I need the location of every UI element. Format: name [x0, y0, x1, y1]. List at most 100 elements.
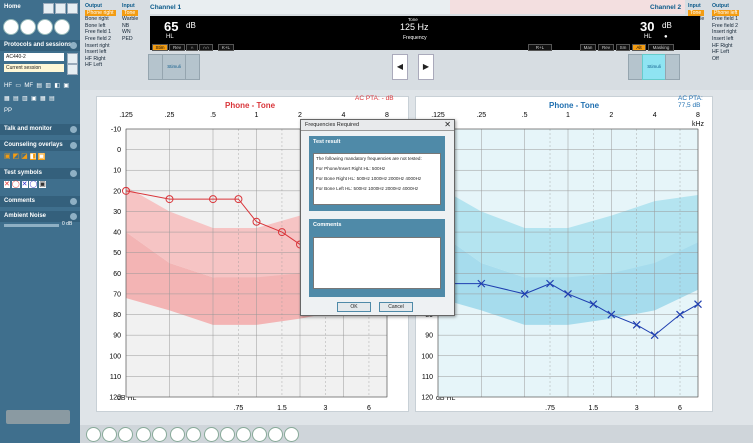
home-icon[interactable]: [43, 3, 54, 14]
ch1-output-item[interactable]: HF Right: [85, 56, 116, 63]
y-tick-label: 0: [117, 147, 121, 154]
ch1-input-menu[interactable]: Input Tone Warble NB WN PED: [122, 3, 139, 43]
freq-down-button[interactable]: ◀: [392, 54, 408, 80]
ch2-level-up[interactable]: [665, 54, 680, 80]
hearing-icon[interactable]: [86, 427, 101, 442]
ch1-output-item[interactable]: Phone right: [85, 9, 116, 17]
ch1-level-unit: dB: [186, 21, 196, 30]
channel1-label: Channel 1: [150, 4, 182, 11]
ind-masking: Masking: [648, 44, 674, 51]
section-protocols[interactable]: Protocols and sessions: [0, 40, 80, 51]
comments-textarea[interactable]: [313, 237, 441, 289]
ambient-level-bar: [4, 224, 59, 227]
ind-rev2: Rev: [598, 44, 614, 51]
section-comments[interactable]: Comments: [0, 196, 80, 207]
ch1-stimuli-button[interactable]: Stimuli: [162, 54, 186, 80]
symbol-icons[interactable]: ✕ ◯ ✕ ◯ ▣: [4, 180, 46, 188]
ch1-input-item[interactable]: WN: [122, 29, 138, 36]
retest-icon[interactable]: [252, 427, 267, 442]
delete-icon[interactable]: [284, 427, 299, 442]
ch2-output-item[interactable]: Phone left: [712, 9, 740, 17]
section-test-symbols[interactable]: Test symbols: [0, 168, 80, 179]
x-tick-label: 2: [298, 112, 302, 119]
right-audiogram[interactable]: Phone - Tone AC PTA: 77,5 dB kHz dB HL .…: [415, 95, 713, 412]
close-icon[interactable]: ✕: [444, 120, 451, 130]
ch2-output-menu[interactable]: Output Phone left Free field 1 Free fiel…: [712, 3, 740, 63]
ch1-output-item[interactable]: HF Left: [85, 62, 116, 69]
ch1-level-up[interactable]: [185, 54, 200, 80]
calibration-icon[interactable]: [136, 427, 151, 442]
level-display: 65 dB HL Tone 125 Hz Frequency 30 dB HL …: [150, 16, 700, 51]
compass-icon[interactable]: [37, 19, 53, 35]
ch1-output-item[interactable]: Free field 2: [85, 36, 116, 43]
ch2-output-item[interactable]: Insert right: [712, 29, 739, 36]
y-tick-label: 110: [110, 374, 121, 381]
ch2-output-item[interactable]: Off: [712, 56, 739, 63]
ch2-output-item[interactable]: Free field 2: [712, 23, 739, 30]
no-response-icon[interactable]: [152, 427, 167, 442]
home-label[interactable]: Home: [4, 4, 21, 10]
x-tick-label: 3: [323, 405, 327, 411]
x-tick-label: 3: [635, 405, 639, 411]
test-toolbar-row2[interactable]: ▦ ▤ ▥ ▣ ▦ ▤: [4, 95, 55, 102]
ch1-input-item[interactable]: NB: [122, 23, 138, 30]
section-talk[interactable]: Talk and monitor: [0, 124, 80, 135]
message-line: For Bone Left HL: 500Hz 1000Hz 2000Hz 40…: [316, 186, 419, 191]
exchange-icon[interactable]: [20, 19, 36, 35]
channel2-label: Channel 2: [650, 4, 682, 11]
level-icon[interactable]: [186, 427, 201, 442]
ch2-output-item[interactable]: HF Left: [712, 49, 739, 56]
ch1-output-item[interactable]: Insert right: [85, 43, 116, 50]
frequency-label: Frequency: [403, 35, 427, 41]
ch1-output-item[interactable]: Free field 1: [85, 29, 116, 36]
ind-rev: Rev: [169, 44, 185, 51]
right-audiogram-plot[interactable]: .125.25.51248.751.536-100102030405060708…: [416, 97, 712, 411]
ch1-output-item[interactable]: Bone right: [85, 16, 116, 23]
tools-icon[interactable]: [3, 19, 19, 35]
section-counseling[interactable]: Counseling overlays: [0, 140, 80, 151]
ch2-output-item[interactable]: Insert left: [712, 36, 739, 43]
overlay-icons[interactable]: ▣ ◩ ◪ ◧ ▣: [4, 152, 45, 160]
ch2-output-item[interactable]: Free field 1: [712, 16, 739, 23]
auto-icon[interactable]: [220, 427, 235, 442]
print-icon[interactable]: [55, 3, 66, 14]
ind-man: Man: [580, 44, 596, 51]
ch1-output-menu[interactable]: Output Phone right Bone right Bone left …: [85, 3, 116, 69]
pp-toggle[interactable]: PP: [4, 108, 12, 114]
temp-icon[interactable]: [67, 53, 78, 64]
ch1-output-item[interactable]: Bone left: [85, 23, 116, 30]
x-tick-label: .125: [119, 112, 133, 119]
y-tick-label: 40: [113, 230, 121, 237]
ch2-output-item[interactable]: HF Right: [712, 43, 739, 50]
ok-button[interactable]: OK: [337, 302, 371, 312]
cancel-button[interactable]: Cancel: [379, 302, 413, 312]
x-tick-label: .125: [431, 112, 445, 119]
ch1-output-item[interactable]: Insert left: [85, 49, 116, 56]
ch2-level-down[interactable]: [628, 54, 643, 80]
ch1-level-down[interactable]: [148, 54, 163, 80]
ch1-input-item[interactable]: PED: [122, 36, 138, 43]
test-toolbar-row1[interactable]: HF ▭ MF ▤ ▥ ◧ ▣: [4, 82, 69, 89]
speaker-icon[interactable]: [204, 427, 219, 442]
save-icon[interactable]: [67, 3, 78, 14]
compare-icon[interactable]: [236, 427, 251, 442]
frequency-value: 125 Hz: [400, 22, 429, 32]
channel1-strip: [150, 0, 450, 14]
y-tick-label: 90: [425, 333, 433, 340]
protocol-select[interactable]: AC440-2: [4, 53, 64, 61]
x-tick-label: .5: [210, 112, 216, 119]
y-tick-label: 80: [113, 312, 121, 319]
settings-icon[interactable]: [67, 64, 78, 75]
ch1-input-item[interactable]: Tone: [122, 9, 139, 17]
masking-icon[interactable]: [170, 427, 185, 442]
y-tick-label: 30: [113, 209, 121, 216]
dialog-title: Frequencies Required: [305, 122, 360, 128]
record-icon[interactable]: [118, 427, 133, 442]
patient-icon[interactable]: [54, 19, 70, 35]
freq-up-button[interactable]: ▶: [418, 54, 434, 80]
stop-icon[interactable]: [102, 427, 117, 442]
mark-icon[interactable]: [268, 427, 283, 442]
ch1-input-item[interactable]: Warble: [122, 16, 138, 23]
session-select[interactable]: Current session: [4, 64, 64, 72]
ch2-stimuli-button[interactable]: Stimuli: [642, 54, 666, 80]
